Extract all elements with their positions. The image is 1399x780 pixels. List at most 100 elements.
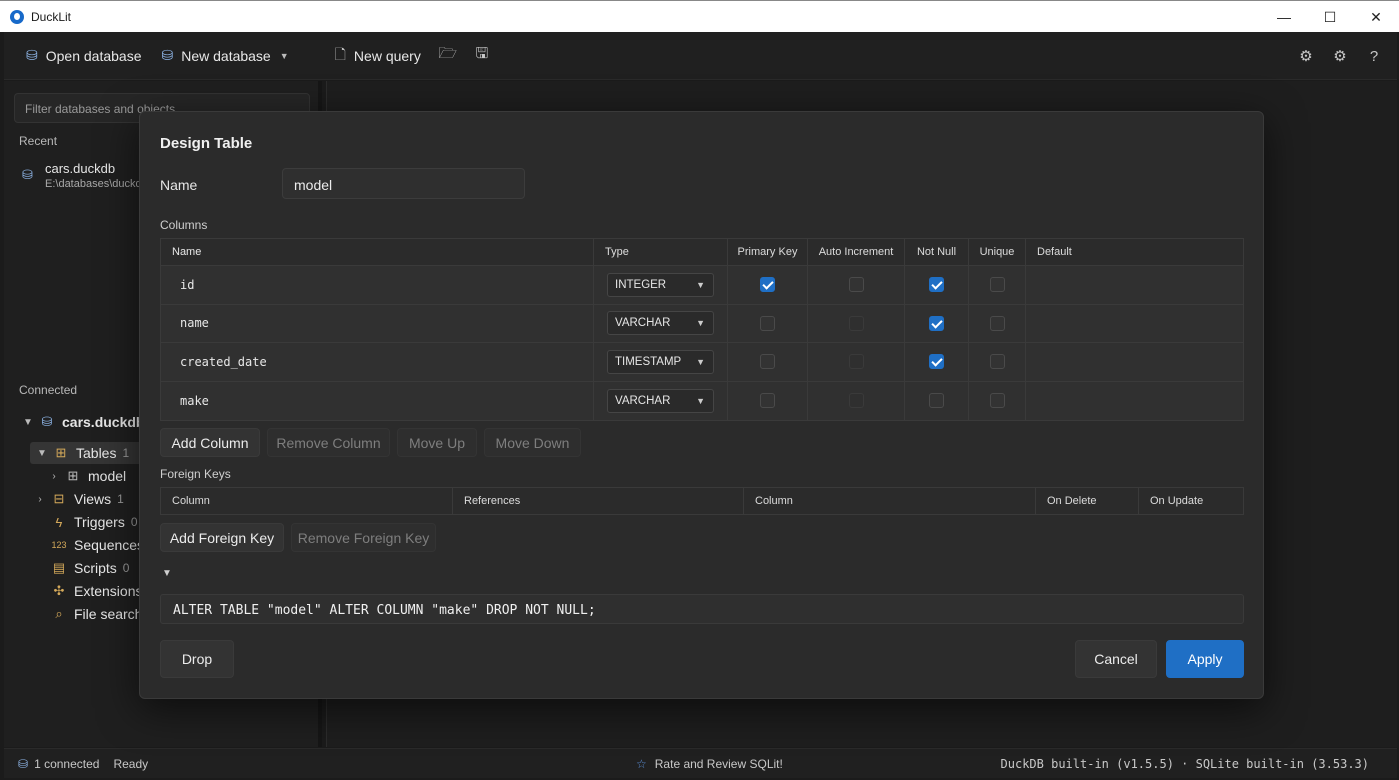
drop-button[interactable]: Drop [160,640,234,678]
tree-file-search[interactable]: ⌕ File search [50,603,142,625]
default-cell[interactable] [1026,305,1243,343]
cancel-button[interactable]: Cancel [1075,640,1157,678]
not-null-checkbox[interactable] [929,315,944,331]
remove-foreign-key-button[interactable]: Remove Foreign Key [291,523,436,552]
table-icon: ⊞ [67,468,79,483]
settings-gear-icon[interactable]: ⚙ [1323,39,1357,73]
header-unique: Unique [969,239,1026,265]
sql-preview: ALTER TABLE "model" ALTER COLUMN "make" … [160,594,1244,624]
type-select[interactable]: INTEGER ▼ [607,272,714,297]
status-state: Ready [113,756,149,771]
tree-db-cars[interactable]: ▼ ⛁ cars.duckdb [22,411,144,433]
chevron-down-icon: ▼ [696,395,705,406]
table-row[interactable]: name VARCHAR ▼ [161,304,1243,343]
primary-key-checkbox[interactable] [760,315,775,331]
column-name-cell[interactable]: created_date [161,343,594,381]
close-button[interactable]: ✕ [1353,1,1399,33]
table-row[interactable]: make VARCHAR ▼ [161,381,1243,421]
connected-label: Connected [19,383,78,397]
new-database-button[interactable]: ⛁ New database ▼ [151,39,298,73]
header-auto-increment: Auto Increment [808,239,905,265]
new-query-icon: 🗋 [334,45,346,62]
not-null-checkbox[interactable] [929,354,944,370]
version-info: DuckDB built-in (v1.5.5) · SQLite built-… [1000,756,1369,771]
chevron-right-icon: › [52,470,56,482]
column-name-cell[interactable]: make [161,381,594,420]
default-cell[interactable] [1026,382,1243,421]
column-name-cell[interactable]: id [161,266,594,304]
save-icon[interactable]: 🖫 [465,39,499,73]
database-add-icon: ⛁ [161,47,174,63]
connected-count: 1 connected [34,756,100,771]
database-icon: ⛁ [18,756,29,771]
primary-key-checkbox[interactable] [760,393,775,409]
add-foreign-key-button[interactable]: Add Foreign Key [160,523,284,552]
move-up-button[interactable]: Move Up [397,428,477,457]
table-row[interactable]: created_date TIMESTAMP ▼ [161,343,1243,382]
move-down-button[interactable]: Move Down [484,428,581,457]
unique-checkbox[interactable] [989,315,1005,331]
table-icon: ⊞ [55,445,67,460]
title-bar: DuckLit — ☐ ✕ [0,0,1399,32]
tree-scripts[interactable]: ▤ Scripts 0 [50,557,130,579]
tree-table-model[interactable]: › ⊞ model [48,465,126,487]
table-row[interactable]: id INTEGER ▼ [161,266,1243,305]
table-name-input[interactable]: model [282,168,525,199]
extensions-icon[interactable]: ⚙ [1289,39,1323,73]
type-select[interactable]: VARCHAR ▼ [607,311,714,336]
auto-increment-checkbox[interactable] [848,354,864,370]
new-query-button[interactable]: 🗋 New query [325,39,431,73]
tree-views[interactable]: › ⊟ Views 1 [34,488,123,510]
toolbar: ⛁ Open database ⛁ New database ▼ 🗋 New q… [4,32,1397,80]
unique-checkbox[interactable] [989,277,1005,293]
tree-sequences[interactable]: 123 Sequences [50,534,144,556]
columns-label: Columns [160,218,208,232]
chevron-right-icon: › [38,493,42,505]
header-default: Default [1037,246,1072,258]
design-table-dialog: Design Table Name model Columns Name Typ… [139,111,1264,699]
chevron-down-icon: ▼ [696,279,705,290]
column-name-cell[interactable]: name [161,304,594,342]
default-cell[interactable] [1026,266,1243,304]
foreign-keys-label: Foreign Keys [160,467,231,481]
fk-header-column: Column [161,488,453,514]
star-icon: ☆ [636,756,647,771]
not-null-checkbox[interactable] [929,393,944,409]
status-bar: ⛁ 1 connected Ready ☆ Rate and Review SQ… [4,748,1397,778]
tree-triggers[interactable]: ϟ Triggers 0 [50,511,138,533]
chevron-down-icon: ▼ [23,416,33,428]
rate-review-link[interactable]: ☆ Rate and Review SQLit! [636,757,783,771]
unique-checkbox[interactable] [989,393,1005,409]
tree-extensions[interactable]: ✣ Extensions [50,580,143,602]
primary-key-checkbox[interactable] [760,354,775,370]
recent-label: Recent [19,134,58,148]
default-cell[interactable] [1026,343,1243,381]
database-icon: ⛁ [41,414,53,429]
not-null-checkbox[interactable] [929,277,944,293]
auto-increment-checkbox[interactable] [848,315,864,331]
minimize-button[interactable]: — [1261,1,1307,33]
chevron-down-icon[interactable]: ▼ [162,568,172,579]
type-select[interactable]: VARCHAR ▼ [607,388,714,413]
apply-button[interactable]: Apply [1166,640,1244,678]
auto-increment-checkbox[interactable] [848,393,864,409]
open-folder-icon[interactable]: 🗁 [431,39,465,73]
type-select[interactable]: TIMESTAMP ▼ [607,349,714,374]
tree-tables[interactable]: ▼ ⊞ Tables 1 [30,442,142,464]
script-icon: ▤ [52,560,66,575]
open-database-button[interactable]: ⛁ Open database [16,39,151,73]
app-logo-icon [10,9,24,24]
foreign-keys-grid: Column References Column On Delete On Up… [160,487,1244,515]
add-column-button[interactable]: Add Column [160,428,260,457]
maximize-button[interactable]: ☐ [1307,1,1353,33]
auto-increment-checkbox[interactable] [848,277,864,293]
primary-key-checkbox[interactable] [760,277,775,293]
app-title: DuckLit [31,9,72,24]
fk-header-on-delete: On Delete [1036,488,1139,514]
columns-grid-header: Name Type Primary Key Auto Increment Not… [161,239,1243,266]
remove-column-button[interactable]: Remove Column [267,428,390,457]
unique-checkbox[interactable] [989,354,1005,370]
header-name: Name [161,239,594,265]
help-icon[interactable]: ? [1357,39,1391,73]
database-icon: ⛁ [22,167,33,182]
